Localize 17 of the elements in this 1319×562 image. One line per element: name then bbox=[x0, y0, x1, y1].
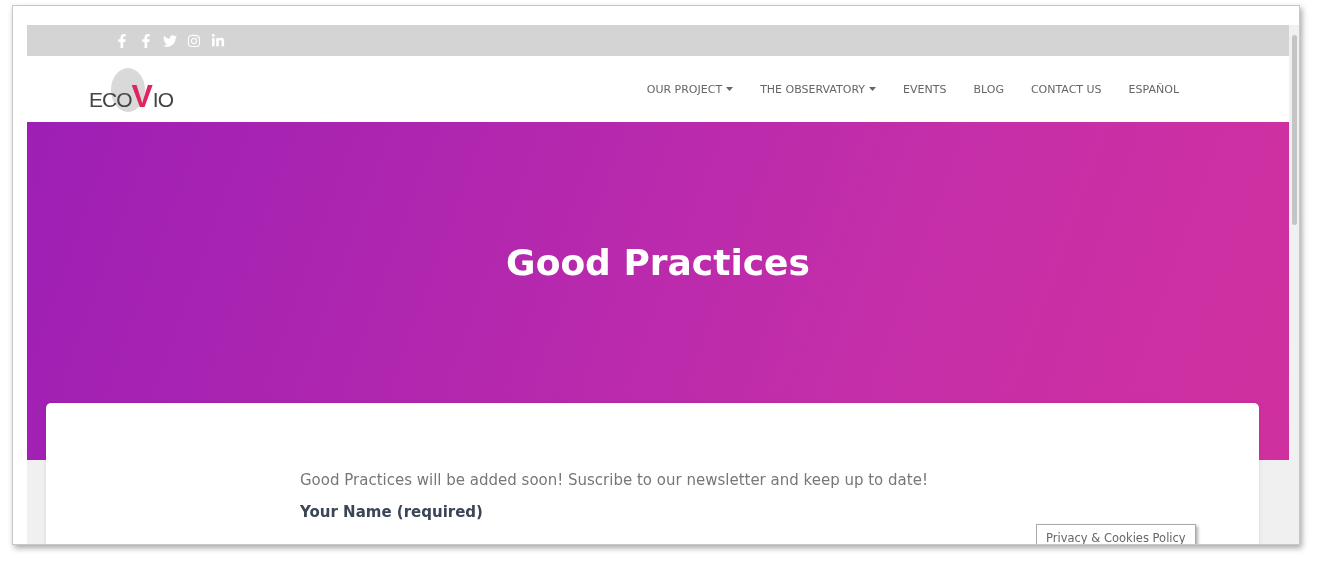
facebook-icon[interactable] bbox=[115, 33, 129, 48]
page-title: Good Practices bbox=[506, 242, 810, 285]
nav-link[interactable]: BLOG bbox=[973, 82, 1004, 96]
privacy-button[interactable]: Privacy & Cookies Policy bbox=[1036, 524, 1196, 544]
nav-link[interactable]: EVENTS bbox=[903, 82, 947, 96]
nav-link[interactable]: CONTACT US bbox=[1030, 82, 1102, 96]
nav-link[interactable]: ESPAÑOL bbox=[1128, 82, 1179, 96]
linkedin-icon[interactable] bbox=[211, 33, 225, 48]
instagram-icon[interactable] bbox=[187, 33, 201, 48]
field-label: Your Name (required) bbox=[300, 503, 484, 521]
nav-link[interactable]: OUR PROJECT bbox=[646, 82, 734, 96]
nav-link[interactable]: THE OBSERVATORY bbox=[760, 82, 877, 96]
logo[interactable]: ECOVIO bbox=[89, 66, 174, 112]
facebook-icon[interactable] bbox=[139, 33, 153, 48]
scrollbar-thumb[interactable] bbox=[1291, 35, 1297, 225]
twitter-icon[interactable] bbox=[163, 33, 177, 48]
intro-text: Good Practices will be added soon! Suscribe to our newsletter and keep up to date! bbox=[300, 471, 929, 489]
